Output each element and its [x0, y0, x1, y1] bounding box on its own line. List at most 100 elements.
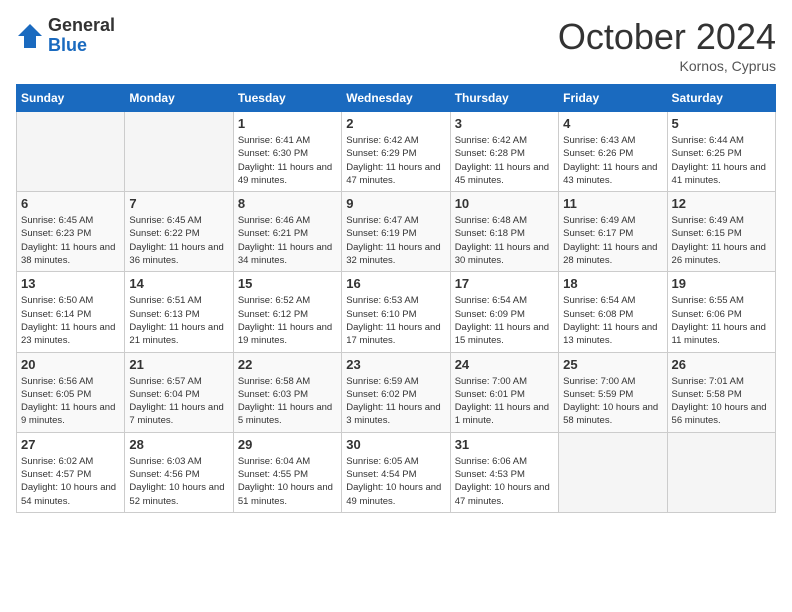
day-number: 2: [346, 116, 445, 131]
calendar-cell: 19 Sunrise: 6:55 AM Sunset: 6:06 PM Dayli…: [667, 272, 775, 352]
calendar-cell: 1 Sunrise: 6:41 AM Sunset: 6:30 PM Daylig…: [233, 112, 341, 192]
week-row-1: 1 Sunrise: 6:41 AM Sunset: 6:30 PM Daylig…: [17, 112, 776, 192]
calendar-cell: 13 Sunrise: 6:50 AM Sunset: 6:14 PM Dayli…: [17, 272, 125, 352]
cell-info: Sunrise: 6:59 AM Sunset: 6:02 PM Dayligh…: [346, 375, 445, 428]
day-number: 29: [238, 437, 337, 452]
header-saturday: Saturday: [667, 85, 775, 112]
calendar-cell: [125, 112, 233, 192]
header-thursday: Thursday: [450, 85, 558, 112]
cell-info: Sunrise: 6:48 AM Sunset: 6:18 PM Dayligh…: [455, 214, 554, 267]
calendar-cell: 7 Sunrise: 6:45 AM Sunset: 6:22 PM Daylig…: [125, 192, 233, 272]
calendar-cell: 23 Sunrise: 6:59 AM Sunset: 6:02 PM Dayli…: [342, 352, 450, 432]
cell-info: Sunrise: 6:45 AM Sunset: 6:22 PM Dayligh…: [129, 214, 228, 267]
cell-info: Sunrise: 6:55 AM Sunset: 6:06 PM Dayligh…: [672, 294, 771, 347]
calendar-cell: 26 Sunrise: 7:01 AM Sunset: 5:58 PM Dayli…: [667, 352, 775, 432]
calendar-cell: 30 Sunrise: 6:05 AM Sunset: 4:54 PM Dayli…: [342, 432, 450, 512]
week-row-3: 13 Sunrise: 6:50 AM Sunset: 6:14 PM Dayli…: [17, 272, 776, 352]
header-monday: Monday: [125, 85, 233, 112]
cell-info: Sunrise: 6:02 AM Sunset: 4:57 PM Dayligh…: [21, 455, 120, 508]
day-number: 21: [129, 357, 228, 372]
cell-info: Sunrise: 7:01 AM Sunset: 5:58 PM Dayligh…: [672, 375, 771, 428]
logo-general: General: [48, 16, 115, 36]
calendar-cell: 15 Sunrise: 6:52 AM Sunset: 6:12 PM Dayli…: [233, 272, 341, 352]
day-number: 17: [455, 276, 554, 291]
title-block: October 2024 Kornos, Cyprus: [558, 16, 776, 74]
calendar-cell: 12Sunrise: 6:49 AM Sunset: 6:15 PM Dayli…: [667, 192, 775, 272]
day-number: 5: [672, 116, 771, 131]
day-number: 8: [238, 196, 337, 211]
cell-info: Sunrise: 6:49 AM Sunset: 6:17 PM Dayligh…: [563, 214, 662, 267]
cell-info: Sunrise: 6:42 AM Sunset: 6:29 PM Dayligh…: [346, 134, 445, 187]
day-number: 1: [238, 116, 337, 131]
calendar-cell: 31Sunrise: 6:06 AM Sunset: 4:53 PM Dayli…: [450, 432, 558, 512]
cell-info: Sunrise: 6:45 AM Sunset: 6:23 PM Dayligh…: [21, 214, 120, 267]
cell-info: Sunrise: 6:46 AM Sunset: 6:21 PM Dayligh…: [238, 214, 337, 267]
calendar-cell: 4 Sunrise: 6:43 AM Sunset: 6:26 PM Daylig…: [559, 112, 667, 192]
calendar-cell: 27Sunrise: 6:02 AM Sunset: 4:57 PM Dayli…: [17, 432, 125, 512]
calendar-cell: 29 Sunrise: 6:04 AM Sunset: 4:55 PM Dayli…: [233, 432, 341, 512]
calendar-cell: [17, 112, 125, 192]
day-number: 12: [672, 196, 771, 211]
calendar-cell: 25 Sunrise: 7:00 AM Sunset: 5:59 PM Dayli…: [559, 352, 667, 432]
cell-info: Sunrise: 6:54 AM Sunset: 6:09 PM Dayligh…: [455, 294, 554, 347]
logo-icon: [16, 22, 44, 50]
calendar-cell: 28 Sunrise: 6:03 AM Sunset: 4:56 PM Dayli…: [125, 432, 233, 512]
day-number: 28: [129, 437, 228, 452]
header-row: Sunday Monday Tuesday Wednesday Thursday…: [17, 85, 776, 112]
calendar-cell: 21Sunrise: 6:57 AM Sunset: 6:04 PM Dayli…: [125, 352, 233, 432]
cell-info: Sunrise: 6:52 AM Sunset: 6:12 PM Dayligh…: [238, 294, 337, 347]
calendar-cell: 10 Sunrise: 6:48 AM Sunset: 6:18 PM Dayli…: [450, 192, 558, 272]
header-sunday: Sunday: [17, 85, 125, 112]
day-number: 19: [672, 276, 771, 291]
calendar-cell: 8 Sunrise: 6:46 AM Sunset: 6:21 PM Daylig…: [233, 192, 341, 272]
day-number: 11: [563, 196, 662, 211]
day-number: 25: [563, 357, 662, 372]
day-number: 23: [346, 357, 445, 372]
day-number: 6: [21, 196, 120, 211]
cell-info: Sunrise: 6:58 AM Sunset: 6:03 PM Dayligh…: [238, 375, 337, 428]
day-number: 13: [21, 276, 120, 291]
header-wednesday: Wednesday: [342, 85, 450, 112]
cell-info: Sunrise: 6:53 AM Sunset: 6:10 PM Dayligh…: [346, 294, 445, 347]
week-row-4: 20Sunrise: 6:56 AM Sunset: 6:05 PM Dayli…: [17, 352, 776, 432]
cell-info: Sunrise: 6:50 AM Sunset: 6:14 PM Dayligh…: [21, 294, 120, 347]
day-number: 18: [563, 276, 662, 291]
cell-info: Sunrise: 6:03 AM Sunset: 4:56 PM Dayligh…: [129, 455, 228, 508]
month-title: October 2024: [558, 16, 776, 58]
page-header: General Blue October 2024 Kornos, Cyprus: [16, 16, 776, 74]
logo-blue: Blue: [48, 36, 115, 56]
calendar-cell: 20Sunrise: 6:56 AM Sunset: 6:05 PM Dayli…: [17, 352, 125, 432]
calendar-cell: [667, 432, 775, 512]
week-row-2: 6 Sunrise: 6:45 AM Sunset: 6:23 PM Daylig…: [17, 192, 776, 272]
header-friday: Friday: [559, 85, 667, 112]
calendar-table: Sunday Monday Tuesday Wednesday Thursday…: [16, 84, 776, 513]
calendar-cell: 3Sunrise: 6:42 AM Sunset: 6:28 PM Daylig…: [450, 112, 558, 192]
calendar-cell: 16 Sunrise: 6:53 AM Sunset: 6:10 PM Dayli…: [342, 272, 450, 352]
logo-text: General Blue: [48, 16, 115, 56]
cell-info: Sunrise: 6:54 AM Sunset: 6:08 PM Dayligh…: [563, 294, 662, 347]
calendar-cell: 6 Sunrise: 6:45 AM Sunset: 6:23 PM Daylig…: [17, 192, 125, 272]
day-number: 7: [129, 196, 228, 211]
day-number: 10: [455, 196, 554, 211]
cell-info: Sunrise: 6:05 AM Sunset: 4:54 PM Dayligh…: [346, 455, 445, 508]
calendar-cell: 2 Sunrise: 6:42 AM Sunset: 6:29 PM Daylig…: [342, 112, 450, 192]
calendar-cell: 22Sunrise: 6:58 AM Sunset: 6:03 PM Dayli…: [233, 352, 341, 432]
cell-info: Sunrise: 6:41 AM Sunset: 6:30 PM Dayligh…: [238, 134, 337, 187]
cell-info: Sunrise: 6:04 AM Sunset: 4:55 PM Dayligh…: [238, 455, 337, 508]
cell-info: Sunrise: 6:43 AM Sunset: 6:26 PM Dayligh…: [563, 134, 662, 187]
cell-info: Sunrise: 6:51 AM Sunset: 6:13 PM Dayligh…: [129, 294, 228, 347]
calendar-cell: 14 Sunrise: 6:51 AM Sunset: 6:13 PM Dayli…: [125, 272, 233, 352]
calendar-cell: 17 Sunrise: 6:54 AM Sunset: 6:09 PM Dayli…: [450, 272, 558, 352]
day-number: 9: [346, 196, 445, 211]
day-number: 26: [672, 357, 771, 372]
cell-info: Sunrise: 6:42 AM Sunset: 6:28 PM Dayligh…: [455, 134, 554, 187]
cell-info: Sunrise: 6:44 AM Sunset: 6:25 PM Dayligh…: [672, 134, 771, 187]
day-number: 4: [563, 116, 662, 131]
day-number: 30: [346, 437, 445, 452]
day-number: 20: [21, 357, 120, 372]
day-number: 16: [346, 276, 445, 291]
day-number: 14: [129, 276, 228, 291]
cell-info: Sunrise: 7:00 AM Sunset: 6:01 PM Dayligh…: [455, 375, 554, 428]
cell-info: Sunrise: 7:00 AM Sunset: 5:59 PM Dayligh…: [563, 375, 662, 428]
day-number: 15: [238, 276, 337, 291]
